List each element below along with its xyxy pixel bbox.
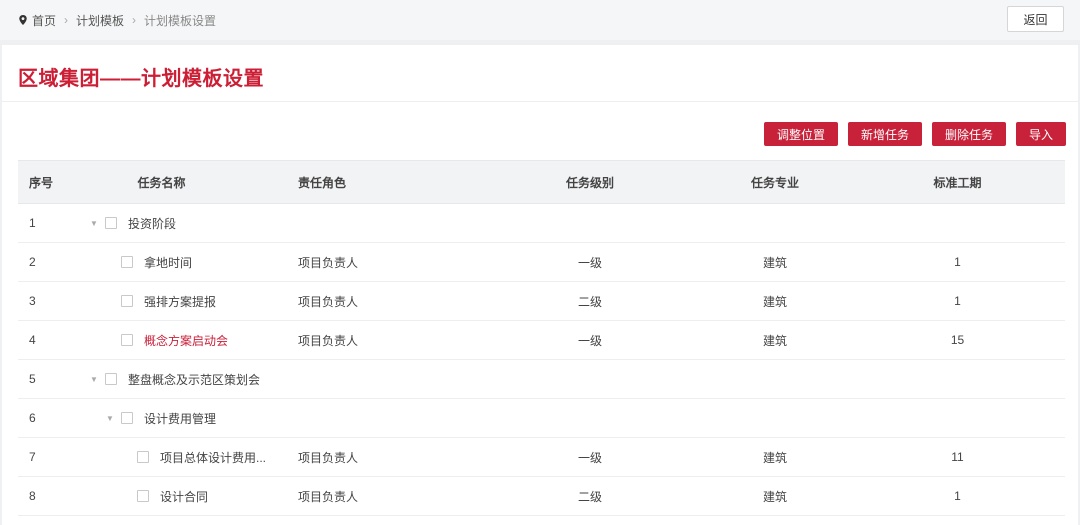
row-role: 项目负责人 (298, 489, 359, 504)
row-checkbox[interactable] (105, 217, 117, 229)
row-level: 二级 (577, 294, 602, 309)
row-index: 4 (29, 333, 36, 347)
task-name: 设计合同 (160, 489, 209, 504)
row-role: 项目负责人 (298, 255, 359, 270)
row-period: 1 (954, 294, 961, 308)
breadcrumb-current: 计划模板设置 (144, 13, 217, 28)
task-name: 项目总体设计费用... (160, 450, 267, 465)
row-period: 11 (951, 450, 964, 464)
row-name-cell: ▼ 整盘概念及示范区策划会 (78, 371, 290, 388)
row-period: 1 (954, 489, 961, 503)
task-name: 拿地时间 (144, 255, 193, 270)
delete-task-button[interactable]: 删除任务 (931, 122, 1006, 146)
row-name-cell: 概念方案启动会 (78, 332, 290, 349)
chevron-right-icon: › (132, 13, 137, 27)
row-index: 6 (29, 411, 36, 425)
row-index: 7 (29, 450, 36, 464)
task-name: 投资阶段 (128, 216, 177, 231)
header-period: 标准工期 (933, 175, 982, 190)
divider (2, 101, 1078, 102)
row-name-cell: 拿地时间 (78, 254, 290, 271)
breadcrumb: 首页 › 计划模板 › 计划模板设置 (17, 12, 216, 29)
row-index: 3 (29, 294, 36, 308)
row-level: 一级 (577, 255, 602, 270)
header-index: 序号 (29, 175, 54, 190)
task-table: 序号 任务名称 责任角色 任务级别 任务专业 标准工期 1 ▼ 投资阶段 2 拿… (18, 160, 1065, 516)
task-name: 设计费用管理 (144, 411, 217, 426)
row-major: 建筑 (762, 489, 787, 504)
action-toolbar: 调整位置 新增任务 删除任务 导入 (763, 122, 1066, 146)
row-checkbox[interactable] (121, 256, 133, 268)
row-level: 一级 (577, 450, 602, 465)
row-role: 项目负责人 (298, 333, 359, 348)
chevron-right-icon: › (64, 13, 69, 27)
header-major: 任务专业 (750, 175, 799, 190)
main-panel: 区域集团——计划模板设置 调整位置 新增任务 删除任务 导入 序号 任务名称 责… (2, 45, 1078, 525)
table-row[interactable]: 1 ▼ 投资阶段 (18, 204, 1065, 243)
row-major: 建筑 (762, 294, 787, 309)
row-role: 项目负责人 (298, 450, 359, 465)
table-header: 序号 任务名称 责任角色 任务级别 任务专业 标准工期 (18, 160, 1065, 204)
row-checkbox[interactable] (121, 295, 133, 307)
breadcrumb-home[interactable]: 首页 (32, 12, 56, 29)
row-name-cell: 设计合同 (78, 488, 290, 505)
row-major: 建筑 (762, 255, 787, 270)
row-level: 一级 (577, 333, 602, 348)
table-row[interactable]: 8 设计合同 项目负责人 二级 建筑 1 (18, 477, 1065, 516)
header-level: 任务级别 (565, 175, 614, 190)
row-index: 8 (29, 489, 36, 503)
task-name: 整盘概念及示范区策划会 (128, 372, 261, 387)
add-task-button[interactable]: 新增任务 (847, 122, 922, 146)
back-button[interactable]: 返回 (1007, 6, 1064, 32)
row-index: 5 (29, 372, 36, 386)
row-major: 建筑 (762, 333, 787, 348)
table-row[interactable]: 3 强排方案提报 项目负责人 二级 建筑 1 (18, 282, 1065, 321)
table-row[interactable]: 6 ▼ 设计费用管理 (18, 399, 1065, 438)
row-name-cell: ▼ 投资阶段 (78, 215, 290, 232)
task-name: 强排方案提报 (144, 294, 217, 309)
table-row[interactable]: 2 拿地时间 项目负责人 一级 建筑 1 (18, 243, 1065, 282)
row-name-cell: 项目总体设计费用... (78, 449, 290, 466)
header-role: 责任角色 (298, 175, 347, 190)
header-task-name: 任务名称 (137, 175, 186, 190)
row-period: 15 (950, 333, 965, 347)
adjust-position-button[interactable]: 调整位置 (763, 122, 838, 146)
row-role: 项目负责人 (298, 294, 359, 309)
row-period: 1 (954, 255, 961, 269)
caret-down-icon[interactable]: ▼ (105, 414, 115, 423)
caret-down-icon[interactable]: ▼ (89, 375, 99, 384)
table-row[interactable]: 5 ▼ 整盘概念及示范区策划会 (18, 360, 1065, 399)
row-checkbox[interactable] (121, 412, 133, 424)
row-checkbox[interactable] (137, 490, 149, 502)
row-level: 二级 (577, 489, 602, 504)
row-major: 建筑 (762, 450, 787, 465)
task-name[interactable]: 概念方案启动会 (144, 332, 228, 349)
page-title: 区域集团——计划模板设置 (18, 68, 264, 90)
row-checkbox[interactable] (105, 373, 117, 385)
top-bar: 首页 › 计划模板 › 计划模板设置 返回 (0, 0, 1080, 40)
table-row[interactable]: 7 项目总体设计费用... 项目负责人 一级 建筑 11 (18, 438, 1065, 477)
row-index: 2 (29, 255, 36, 269)
location-pin-icon (19, 15, 27, 25)
row-checkbox[interactable] (137, 451, 149, 463)
breadcrumb-plan-template[interactable]: 计划模板 (76, 12, 124, 29)
row-checkbox[interactable] (121, 334, 133, 346)
row-index: 1 (29, 216, 36, 230)
caret-down-icon[interactable]: ▼ (89, 219, 99, 228)
row-name-cell: 强排方案提报 (78, 293, 290, 310)
import-button[interactable]: 导入 (1015, 122, 1066, 146)
table-row[interactable]: 4 概念方案启动会 项目负责人 一级 建筑 15 (18, 321, 1065, 360)
row-name-cell: ▼ 设计费用管理 (78, 410, 290, 427)
